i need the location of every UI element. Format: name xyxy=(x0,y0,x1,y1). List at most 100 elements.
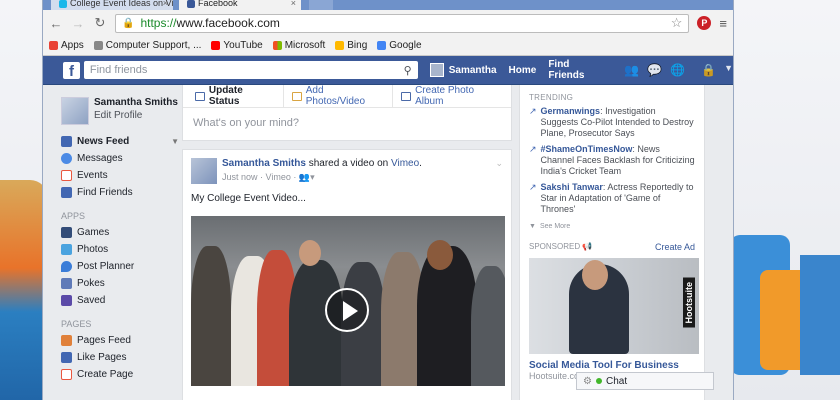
reload-icon[interactable]: ↻ xyxy=(93,15,107,31)
sidebar-item-find-friends[interactable]: Find Friends xyxy=(61,184,179,201)
facebook-logo-icon[interactable]: f xyxy=(63,61,80,80)
profile-link[interactable]: Samantha xyxy=(429,63,497,77)
chat-bar[interactable]: ⚙ Chat xyxy=(576,372,714,390)
trending-item[interactable]: ↗ #ShameOnTimesNow: News Channel Faces Ba… xyxy=(520,144,704,177)
feed-post: Samantha Smiths shared a video on Vimeo.… xyxy=(182,149,512,400)
avatar[interactable] xyxy=(61,97,89,125)
events-icon xyxy=(61,170,72,181)
bookmark-bing[interactable]: Bing xyxy=(335,40,367,51)
menu-icon[interactable]: ≡ xyxy=(719,16,727,31)
settings-icon[interactable]: ⚙ xyxy=(583,376,592,387)
tab-update-status[interactable]: Update Status xyxy=(187,85,284,107)
desktop-wallpaper-left xyxy=(0,180,48,400)
browser-toolbar: ← → ↻ 🔒 https://www.facebook.com ☆ P ≡ xyxy=(43,10,733,36)
sidebar-item-like-pages[interactable]: Like Pages xyxy=(61,349,179,366)
left-sidebar: Samantha Smiths Edit Profile News Feed ▼ … xyxy=(61,85,179,383)
create-page-icon xyxy=(61,369,72,380)
home-link[interactable]: Home xyxy=(509,65,537,76)
bookmark-microsoft[interactable]: Microsoft xyxy=(272,40,325,51)
ad-title-link[interactable]: Social Media Tool For Business xyxy=(520,354,704,371)
chevron-down-icon[interactable]: ▼ xyxy=(171,137,179,146)
sidebar-item-label: Create Page xyxy=(77,369,134,380)
sidebar-item-label: Like Pages xyxy=(77,352,127,363)
profile-name[interactable]: Samantha Smiths xyxy=(94,97,178,108)
sidebar-item-photos[interactable]: Photos xyxy=(61,241,179,258)
video-player[interactable] xyxy=(191,216,505,386)
bookmark-youtube[interactable]: YouTube xyxy=(211,40,263,51)
forward-icon[interactable]: → xyxy=(71,16,85,31)
tab-vimeo[interactable]: College Event Ideas on Vi × xyxy=(51,0,173,10)
pages-heading: PAGES xyxy=(61,319,92,329)
post-source-link[interactable]: Vimeo xyxy=(391,158,419,169)
back-icon[interactable]: ← xyxy=(49,16,63,31)
sidebar-item-news-feed[interactable]: News Feed ▼ xyxy=(61,133,179,150)
avatar xyxy=(429,63,444,77)
notifications-icon[interactable]: 🌐 xyxy=(670,63,685,77)
bookmark-label: YouTube xyxy=(223,40,263,51)
album-icon xyxy=(401,91,412,101)
search-placeholder: Find friends xyxy=(89,64,148,76)
edit-profile-link[interactable]: Edit Profile xyxy=(94,110,178,121)
find-friends-icon xyxy=(61,187,72,198)
chevron-down-icon[interactable]: ⌄ xyxy=(495,158,503,184)
status-input[interactable]: What's on your mind? xyxy=(183,108,511,138)
vimeo-icon xyxy=(59,0,67,8)
pages-feed-icon xyxy=(61,335,72,346)
sidebar-item-pages-feed[interactable]: Pages Feed xyxy=(61,332,179,349)
privacy-icon[interactable]: 🔒 xyxy=(701,63,716,77)
trending-item[interactable]: ↗ Germanwings: Investigation Suggests Co-… xyxy=(520,106,704,139)
tab-add-photos-video[interactable]: Add Photos/Video xyxy=(284,85,394,107)
right-sidebar: TRENDING ↗ Germanwings: Investigation Sug… xyxy=(519,85,705,400)
sidebar-item-games[interactable]: Games xyxy=(61,224,179,241)
close-icon[interactable]: × xyxy=(291,0,296,10)
sidebar-item-messages[interactable]: Messages xyxy=(61,150,179,167)
sidebar-item-events[interactable]: Events xyxy=(61,167,179,184)
friend-requests-icon[interactable]: 👥 xyxy=(624,63,639,77)
bookmark-star-icon[interactable]: ☆ xyxy=(671,15,683,31)
new-tab-button[interactable] xyxy=(309,0,333,10)
tab-title: College Event Ideas on Vi xyxy=(70,0,173,8)
find-friends-link[interactable]: Find Friends xyxy=(548,59,606,81)
play-icon[interactable] xyxy=(325,288,369,332)
ad-image[interactable]: Hootsuite xyxy=(529,258,699,354)
sidebar-item-label: Pages Feed xyxy=(77,335,131,346)
address-bar[interactable]: 🔒 https://www.facebook.com ☆ xyxy=(115,13,690,33)
trending-topic[interactable]: Sakshi Tanwar xyxy=(541,182,603,192)
messages-icon[interactable]: 💬 xyxy=(647,63,662,77)
search-input[interactable]: Find friends ⚲ xyxy=(83,61,418,79)
search-icon[interactable]: ⚲ xyxy=(404,64,412,77)
sidebar-item-pokes[interactable]: Pokes xyxy=(61,275,179,292)
profile-summary[interactable]: Samantha Smiths Edit Profile xyxy=(61,97,179,125)
sidebar-item-post-planner[interactable]: Post Planner xyxy=(61,258,179,275)
bookmark-apps[interactable]: Apps xyxy=(49,40,84,51)
bookmark-label: Computer Support, ... xyxy=(105,40,202,51)
photos-icon xyxy=(61,244,72,255)
page-content: Samantha Smiths Edit Profile News Feed ▼ … xyxy=(43,85,733,400)
close-icon[interactable]: × xyxy=(163,0,168,10)
post-planner-icon xyxy=(61,261,72,272)
see-more-link[interactable]: ▼ See More xyxy=(520,220,704,230)
chevron-down-icon[interactable]: ▼ xyxy=(724,63,733,77)
bookmark-computer-support[interactable]: Computer Support, ... xyxy=(93,40,202,51)
photo-icon xyxy=(291,91,302,101)
avatar[interactable] xyxy=(191,158,217,184)
trending-topic[interactable]: Germanwings xyxy=(541,106,601,116)
url-host: www.facebook.com xyxy=(176,16,280,30)
post-meta: Just now · Vimeo · xyxy=(222,172,297,182)
create-ad-link[interactable]: Create Ad xyxy=(655,242,695,252)
sidebar-item-create-page[interactable]: Create Page xyxy=(61,366,179,383)
bookmark-label: Apps xyxy=(61,40,84,51)
tab-create-photo-album[interactable]: Create Photo Album xyxy=(393,85,511,107)
post-author-link[interactable]: Samantha Smiths xyxy=(222,158,306,169)
tab-label: Update Status xyxy=(208,85,243,107)
trending-topic[interactable]: #ShameOnTimesNow xyxy=(541,144,633,154)
tab-title: Facebook xyxy=(198,0,238,8)
tab-facebook[interactable]: Facebook × xyxy=(179,0,301,10)
trending-item[interactable]: ↗ Sakshi Tanwar: Actress Reportedly to St… xyxy=(520,182,704,215)
bookmark-google[interactable]: Google xyxy=(377,40,422,51)
audience-icon[interactable]: 👥▾ xyxy=(299,172,315,182)
sidebar-item-saved[interactable]: Saved xyxy=(61,292,179,309)
pencil-icon xyxy=(195,91,205,101)
sidebar-item-label: News Feed xyxy=(77,136,130,147)
pinterest-icon[interactable]: P xyxy=(697,16,712,30)
